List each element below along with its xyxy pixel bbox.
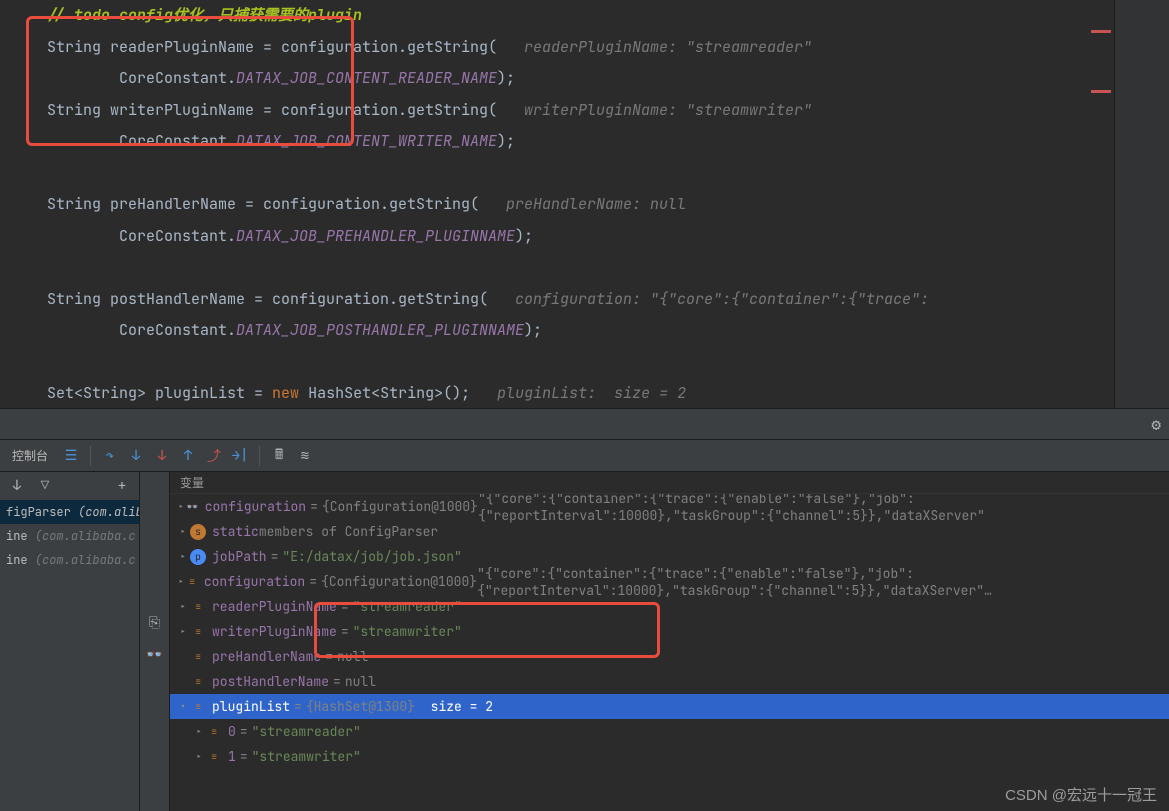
threads-icon[interactable]: ☰: [60, 445, 82, 467]
watermark: CSDN @宏远十一冠王: [1005, 784, 1157, 805]
side-icons: ⎘ 👓: [140, 472, 170, 811]
var-row-writer[interactable]: ≡writerPluginName="streamwriter": [170, 619, 1169, 644]
evaluate-icon[interactable]: 🖩: [268, 445, 290, 467]
gear-icon[interactable]: ⚙: [1151, 414, 1161, 435]
minimap[interactable]: [1114, 0, 1169, 408]
step-into-icon[interactable]: ↓: [125, 445, 147, 467]
frame-item[interactable]: figParser (com.alib: [0, 500, 139, 524]
field-icon: ≡: [190, 674, 206, 690]
copy-icon[interactable]: ⎘: [144, 612, 166, 634]
var-row[interactable]: ≡configuration={Configuration@1000} "{"c…: [170, 569, 1169, 594]
run-to-cursor-icon[interactable]: →|: [229, 445, 251, 467]
add-icon[interactable]: +: [111, 475, 133, 497]
field-icon: ≡: [190, 699, 206, 715]
frames-list[interactable]: figParser (com.alib ine (com.alibaba.c i…: [0, 500, 139, 811]
field-icon: ≡: [190, 599, 206, 615]
comment-line: // todo config优化，只捕获需要的plugin: [47, 5, 362, 25]
var-row[interactable]: 👓configuration={Configuration@1000} "{"c…: [170, 494, 1169, 519]
vars-tree[interactable]: 👓configuration={Configuration@1000} "{"c…: [170, 494, 1169, 811]
filter-icon[interactable]: ▽: [34, 475, 56, 497]
var-row[interactable]: ≡preHandlerName=null: [170, 644, 1169, 669]
glasses-icon[interactable]: 👓: [144, 644, 166, 666]
frame-item[interactable]: ine (com.alibaba.c: [0, 548, 139, 572]
var-row[interactable]: ≡postHandlerName=null: [170, 669, 1169, 694]
param-icon: p: [190, 549, 206, 565]
frames-panel: ↓ ▽ + figParser (com.alib ine (com.aliba…: [0, 472, 140, 811]
vars-header: 变量: [170, 472, 1169, 494]
variables-panel: 变量 👓configuration={Configuration@1000} "…: [170, 472, 1169, 811]
var-row[interactable]: ≡0="streamreader": [170, 719, 1169, 744]
step-out-icon[interactable]: ↑: [177, 445, 199, 467]
step-over-icon[interactable]: ↷: [99, 445, 121, 467]
var-row[interactable]: ≡1="streamwriter": [170, 744, 1169, 769]
trace-icon[interactable]: ≋: [294, 445, 316, 467]
force-step-icon[interactable]: ↓: [151, 445, 173, 467]
field-icon: ≡: [190, 624, 206, 640]
tab-console[interactable]: 控制台: [4, 443, 56, 468]
field-icon: ≡: [186, 574, 198, 590]
debug-toolbar: 控制台 ☰ ↷ ↓ ↓ ↑ ⤴ →| 🖩 ≋: [0, 440, 1169, 472]
frame-item[interactable]: ine (com.alibaba.c: [0, 524, 139, 548]
arrow-down-icon[interactable]: ↓: [6, 475, 28, 497]
debug-tab-bar: ⚙: [0, 408, 1169, 440]
watch-icon: 👓: [186, 499, 198, 515]
editor-area: // todo config优化，只捕获需要的plugin String rea…: [0, 0, 1169, 408]
static-icon: s: [190, 524, 206, 540]
var-row-pluginlist[interactable]: ≡pluginList={HashSet@1300} size = 2: [170, 694, 1169, 719]
field-icon: ≡: [190, 649, 206, 665]
debug-body: ↓ ▽ + figParser (com.alib ine (com.aliba…: [0, 472, 1169, 811]
code-content[interactable]: // todo config优化，只捕获需要的plugin String rea…: [0, 0, 1169, 408]
field-icon: ≡: [206, 724, 222, 740]
field-icon: ≡: [206, 749, 222, 765]
drop-frame-icon[interactable]: ⤴: [203, 445, 225, 467]
